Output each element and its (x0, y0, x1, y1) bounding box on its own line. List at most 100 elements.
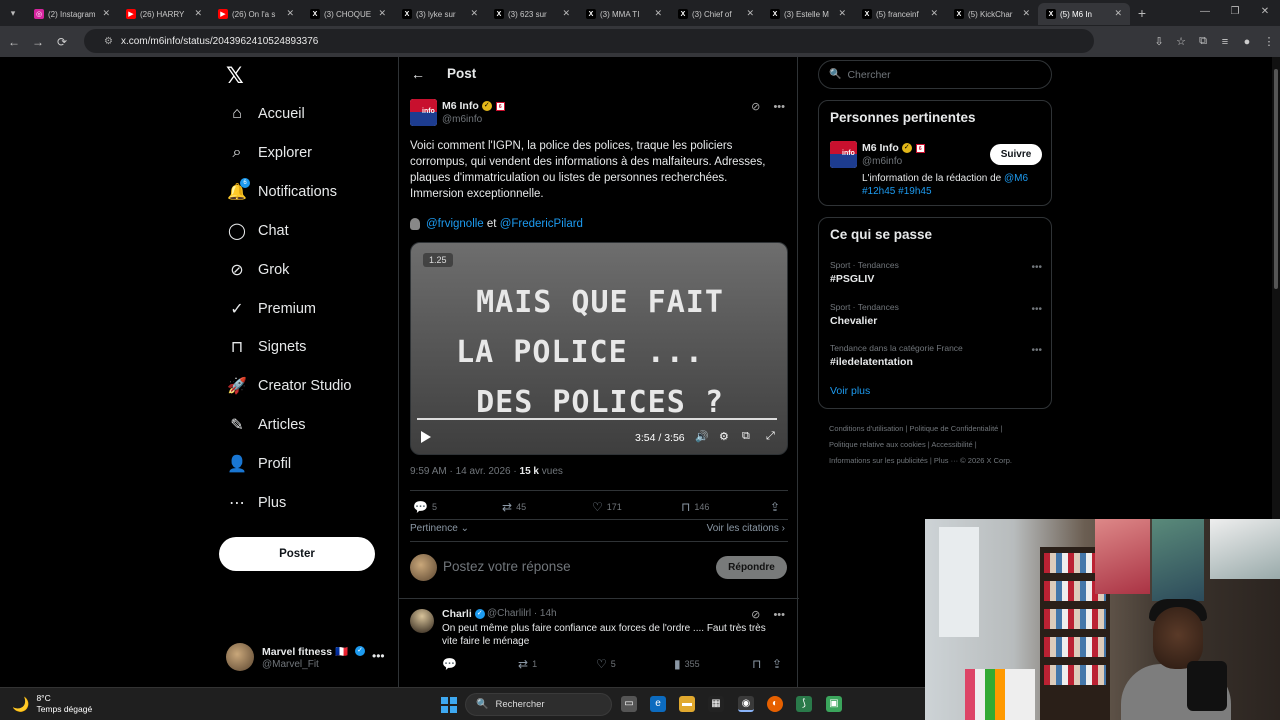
browser-tab[interactable]: X (3) Chief of ✕ (670, 3, 762, 25)
video-player[interactable]: 1.25 MAIS QUE FAIT LA POLICE ... DES POL… (410, 242, 788, 455)
bookmark-button[interactable]: ⊓ 146 (681, 500, 709, 514)
minimize-icon[interactable]: — (1190, 0, 1220, 26)
extensions-icon[interactable]: ⧉ (1192, 35, 1214, 48)
trend-item[interactable]: Sport · Tendances #PSGLIV ••• (830, 260, 1042, 285)
edge-icon[interactable]: e (650, 696, 666, 712)
store-icon[interactable]: ▦ (708, 696, 724, 712)
browser-tab[interactable]: ▶ (26) HARRY ✕ (118, 3, 210, 25)
reply-button[interactable]: 💬 5 (413, 500, 437, 514)
more-options-icon[interactable]: ••• (773, 101, 785, 113)
mention-link[interactable]: @FredericPilard (500, 218, 583, 230)
close-tab-icon[interactable]: ✕ (102, 8, 110, 19)
browser-tab[interactable]: X (3) Estelle M ✕ (762, 3, 854, 25)
sort-dropdown[interactable]: Pertinence ⌄ (410, 523, 469, 534)
browser-tab[interactable]: ◎ (2) Instagram ✕ (26, 3, 118, 25)
nav-item-grok[interactable]: ⊘ Grok (226, 256, 289, 284)
footer-line[interactable]: Informations sur les publicités | Plus ·… (829, 453, 1049, 469)
footer-line[interactable]: Politique relative aux cookies | Accessi… (829, 437, 1049, 453)
share-button[interactable]: ⇪ (770, 500, 784, 514)
site-info-icon[interactable]: ⚙ (104, 36, 113, 47)
weather-widget[interactable]: 🌙 8°C Temps dégagé (12, 693, 92, 715)
repost-button[interactable]: ⇄ 45 (502, 500, 526, 514)
play-icon[interactable] (421, 431, 431, 443)
fullscreen-icon[interactable]: ⤢ (766, 430, 775, 443)
nav-item-notifications[interactable]: 🔔 Notifications 6 (226, 177, 337, 206)
install-app-icon[interactable]: ⇩ (1148, 35, 1170, 48)
post-author[interactable]: M6 Info ✓ 6 (442, 100, 505, 112)
repost-button[interactable]: ⇄ 1 (518, 657, 537, 671)
share-button[interactable]: ⇪ (772, 657, 786, 671)
post-timestamp[interactable]: 9:59 AM · 14 avr. 2026 · (410, 466, 520, 477)
media-icon[interactable]: ≡ (1214, 36, 1236, 48)
nav-item-articles[interactable]: ✎ Articles (226, 411, 305, 439)
follow-button[interactable]: Suivre (990, 144, 1042, 165)
more-options-icon[interactable]: ••• (773, 609, 785, 621)
relevant-account-name[interactable]: M6 Info ✓ 6 (862, 142, 925, 154)
url-field[interactable]: ⚙ x.com/m6info/status/204396241052489337… (84, 29, 1094, 53)
close-tab-icon[interactable]: ✕ (562, 8, 570, 19)
app-icon[interactable]: ⟆ (796, 696, 812, 712)
bookmark-star-icon[interactable]: ☆ (1170, 35, 1192, 48)
forward-icon[interactable]: → (26, 35, 50, 49)
back-icon[interactable]: ← (2, 35, 26, 49)
playback-speed[interactable]: 1.25 (423, 253, 453, 267)
close-tab-icon[interactable]: ✕ (194, 8, 202, 19)
close-tab-icon[interactable]: ✕ (838, 8, 846, 19)
trend-item[interactable]: Tendance dans la catégorie France #iledel… (830, 343, 1042, 368)
close-tab-icon[interactable]: ✕ (654, 8, 662, 19)
nav-item-explorer[interactable]: ⌕ Explorer (226, 139, 312, 167)
reply-input[interactable]: Postez votre réponse (443, 559, 571, 574)
file-explorer-icon[interactable]: ▬ (679, 696, 695, 712)
search-input[interactable]: 🔍 Chercher (818, 60, 1052, 89)
close-tab-icon[interactable]: ✕ (746, 8, 754, 19)
m6-info-logo-icon[interactable]: info (410, 99, 437, 126)
nav-item-creator-studio[interactable]: 🚀 Creator Studio (226, 372, 351, 400)
close-window-icon[interactable]: ✕ (1250, 0, 1280, 26)
see-more-link[interactable]: Voir plus (830, 385, 870, 397)
nav-item-chat[interactable]: ◯ Chat (226, 217, 289, 245)
picture-in-picture-icon[interactable]: ⧉ (742, 430, 750, 443)
browser-tab[interactable]: X (5) M6 In ✕ (1038, 3, 1130, 25)
firefox-icon[interactable]: ◐ (767, 696, 783, 712)
browser-tab[interactable]: ▶ (26) On l'a s ✕ (210, 3, 302, 25)
settings-gear-icon[interactable]: ⚙ (719, 430, 729, 443)
bookmark-button[interactable]: ⊓ (752, 657, 765, 671)
browser-tab[interactable]: X (3) lyke sur ✕ (394, 3, 486, 25)
taskbar-search[interactable]: 🔍 Rechercher (465, 693, 612, 716)
close-tab-icon[interactable]: ✕ (1022, 8, 1030, 19)
author-handle[interactable]: @m6info (442, 114, 482, 125)
bio-link[interactable]: @M6 (1004, 173, 1028, 184)
browser-menu-icon[interactable]: ⋮ (1258, 35, 1280, 48)
profile-icon[interactable]: ● (1236, 36, 1258, 48)
reply-submit-button[interactable]: Répondre (716, 556, 787, 579)
maximize-icon[interactable]: ❐ (1220, 0, 1250, 26)
browser-tab[interactable]: X (3) MMA TI ✕ (578, 3, 670, 25)
nav-item-profil[interactable]: 👤 Profil (226, 450, 291, 478)
volume-icon[interactable]: 🔊 (695, 430, 709, 443)
trend-item[interactable]: Sport · Tendances Chevalier ••• (830, 302, 1042, 327)
close-tab-icon[interactable]: ✕ (378, 8, 386, 19)
grok-icon[interactable]: ⊘ (751, 101, 760, 113)
like-button[interactable]: ♡ 171 (592, 500, 622, 514)
chrome-icon[interactable]: ◉ (738, 696, 754, 712)
footer-line[interactable]: Conditions d'utilisation | Politique de … (829, 421, 1049, 437)
bio-link[interactable]: #19h45 (898, 186, 931, 197)
grok-icon[interactable]: ⊘ (751, 609, 760, 621)
reload-icon[interactable]: ⟳ (50, 35, 74, 49)
nav-item-accueil[interactable]: ⌂ Accueil (226, 100, 305, 128)
nav-item-signets[interactable]: ⊓ Signets (226, 333, 307, 361)
post-button[interactable]: Poster (219, 537, 375, 571)
close-tab-icon[interactable]: ✕ (1114, 8, 1122, 19)
close-tab-icon[interactable]: ✕ (470, 8, 478, 19)
bio-link[interactable]: #12h45 (862, 186, 895, 197)
close-tab-icon[interactable]: ✕ (286, 8, 294, 19)
browser-tab[interactable]: X (5) franceinf ✕ (854, 3, 946, 25)
game-app-icon[interactable]: ▣ (826, 696, 842, 712)
close-tab-icon[interactable]: ✕ (930, 8, 938, 19)
nav-item-plus[interactable]: ⋯ Plus (226, 489, 286, 517)
account-switcher[interactable]: Marvel fitness 🇫🇷 ✓ @Marvel_Fit ••• (226, 643, 396, 673)
browser-tab[interactable]: X (5) KickChar ✕ (946, 3, 1038, 25)
avatar[interactable] (410, 609, 434, 633)
views-button[interactable]: ▮ 355 (674, 657, 700, 671)
relevant-account-handle[interactable]: @m6info (862, 156, 902, 167)
